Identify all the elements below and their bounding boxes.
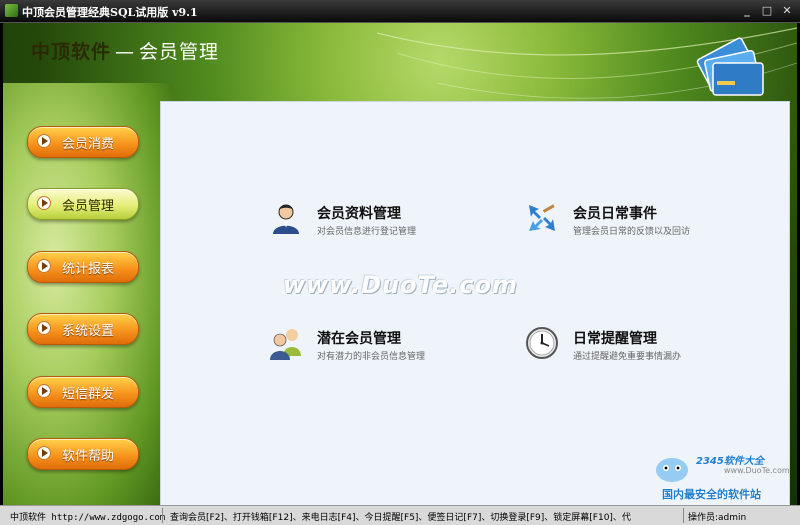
feature-member-profile[interactable]: 会员资料管理 对会员信息进行登记管理 — [269, 201, 439, 241]
minimize-icon[interactable]: _ — [740, 4, 754, 18]
group-icon — [270, 329, 301, 360]
brand-name: 中顶软件 — [31, 41, 112, 63]
nav-software-help[interactable]: 软件帮助 — [27, 438, 139, 470]
nav-label: 会员消费 — [62, 137, 115, 152]
watermark: www.DuoTe.com — [283, 271, 518, 299]
main-window: 中顶软件 — 会员管理 会员消费 会员管理 统计报表 系统设置 短信群发 软件帮助 — [3, 23, 797, 505]
clock-icon — [526, 327, 558, 359]
nav-member-management[interactable]: 会员管理 — [27, 188, 139, 220]
play-icon — [37, 321, 51, 335]
status-operator: 操作员:admin — [688, 513, 747, 523]
window-title: 中顶会员管理经典SQL试用版 v9.1 — [22, 6, 198, 19]
arrows-icon — [529, 204, 555, 231]
mascot-icon — [656, 458, 688, 482]
feature-description: 对有潜力的非会员信息管理 — [317, 352, 426, 362]
feature-member-daily-events[interactable]: 会员日常事件 管理会员日常的反馈以及回访 — [525, 201, 715, 241]
vip-cards-logo — [696, 37, 764, 96]
play-icon — [37, 446, 51, 460]
feature-daily-reminder[interactable]: 日常提醒管理 通过提醒避免重要事情漏办 — [525, 326, 705, 366]
nav-member-consume[interactable]: 会员消费 — [27, 126, 139, 158]
brand-dash: — — [115, 41, 136, 63]
play-icon — [37, 259, 51, 273]
corner-slogan: 国内最安全的软件站 — [662, 488, 761, 501]
feature-title: 日常提醒管理 — [573, 331, 657, 347]
nav-label: 短信群发 — [62, 387, 115, 402]
nav-label: 统计报表 — [62, 262, 115, 277]
feature-description: 管理会员日常的反馈以及回访 — [573, 227, 691, 237]
user-icon — [273, 204, 299, 234]
corner-watermark: 2345软件大全 www.DuoTe.com 国内最安全的软件站 — [646, 450, 796, 510]
brand-title: 中顶软件 — 会员管理 — [31, 37, 219, 64]
status-bar: 中顶软件 http://www.zdgogo.com 查询会员[F2]、打开钱箱… — [0, 505, 800, 525]
feature-title: 会员日常事件 — [573, 206, 657, 222]
status-shortcuts: 查询会员[F2]、打开钱箱[F12]、来电日志[F4]、今日提醒[F5]、便签日… — [170, 513, 631, 523]
nav-label: 软件帮助 — [62, 449, 115, 464]
feature-potential-member[interactable]: 潜在会员管理 对有潜力的非会员信息管理 — [269, 326, 449, 366]
nav-sms-broadcast[interactable]: 短信群发 — [27, 376, 139, 408]
maximize-icon[interactable]: □ — [760, 4, 774, 18]
content-panel — [160, 101, 790, 505]
nav-label: 系统设置 — [62, 324, 115, 339]
corner-logo: 2345软件大全 — [696, 456, 764, 467]
status-divider — [162, 508, 163, 523]
nav-system-settings[interactable]: 系统设置 — [27, 313, 139, 345]
play-icon — [37, 134, 51, 148]
brand-subtitle: 会员管理 — [139, 41, 220, 63]
play-icon — [37, 196, 51, 210]
feature-description: 通过提醒避免重要事情漏办 — [573, 352, 682, 362]
play-icon — [37, 384, 51, 398]
nav-statistics-report[interactable]: 统计报表 — [27, 251, 139, 283]
title-bar: 中顶会员管理经典SQL试用版 v9.1 _ □ ✕ — [0, 0, 800, 23]
feature-description: 对会员信息进行登记管理 — [317, 227, 417, 237]
feature-title: 会员资料管理 — [317, 206, 401, 222]
status-divider — [683, 508, 684, 523]
status-site: 中顶软件 http://www.zdgogo.com — [10, 513, 166, 523]
feature-title: 潜在会员管理 — [317, 331, 401, 347]
corner-url: www.DuoTe.com — [724, 466, 790, 475]
nav-label: 会员管理 — [62, 199, 115, 214]
app-icon — [5, 4, 18, 17]
close-icon[interactable]: ✕ — [780, 4, 794, 18]
